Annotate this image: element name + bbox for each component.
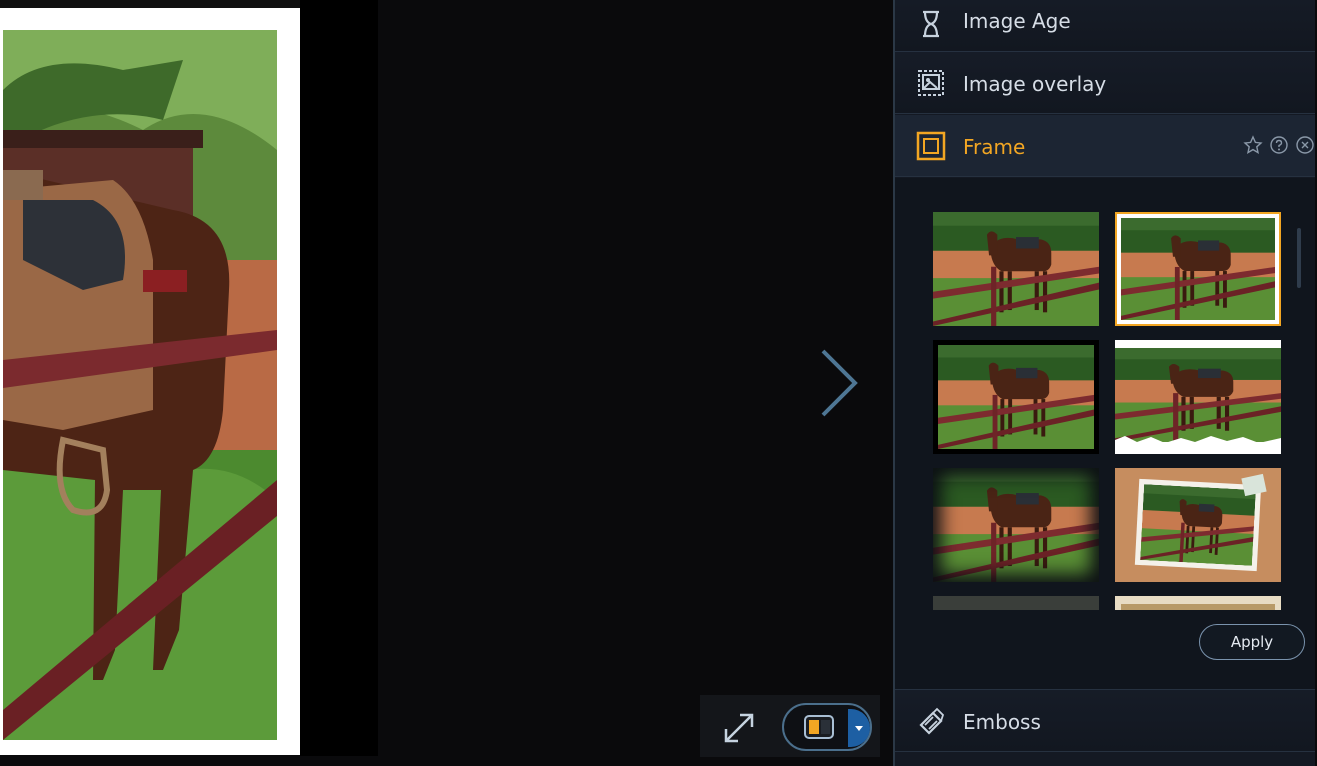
- next-image-button[interactable]: [815, 345, 863, 421]
- scrollbar-thumb[interactable]: [1297, 228, 1301, 288]
- compare-dropdown[interactable]: [848, 709, 870, 747]
- frame-thumbnail-cream-strip[interactable]: [1115, 596, 1281, 610]
- expand-icon: [724, 713, 754, 743]
- thumbnail-scrollbar[interactable]: [1295, 218, 1303, 604]
- effects-panel: Image Age Image overlay Frame Apply Embo…: [893, 0, 1315, 766]
- apply-button[interactable]: Apply: [1199, 624, 1305, 660]
- help-icon[interactable]: [1269, 135, 1289, 155]
- emboss-icon: [919, 707, 945, 735]
- panel-item-label: Image Age: [963, 9, 1071, 33]
- view-toolbar: [700, 695, 880, 757]
- frame-thumbnail-grid: [895, 178, 1295, 610]
- frame-thumbnail-vignette[interactable]: [933, 468, 1099, 582]
- caret-down-icon: [855, 726, 863, 731]
- image-viewer: [0, 0, 893, 766]
- panel-item-label: Emboss: [963, 710, 1041, 734]
- panel-item-image-age[interactable]: Image Age: [895, 0, 1315, 52]
- frame-thumbnail-postcard[interactable]: [1115, 468, 1281, 582]
- panel-item-image-overlay[interactable]: Image overlay: [895, 52, 1315, 114]
- frame-thumbnail-dark-strip[interactable]: [933, 596, 1099, 610]
- preview-photo: [3, 30, 277, 740]
- frame-thumbnail-white-border[interactable]: [1115, 212, 1281, 326]
- frame-icon: [916, 131, 946, 161]
- panel-item-frame[interactable]: Frame: [895, 115, 1315, 177]
- star-icon[interactable]: [1243, 135, 1263, 155]
- hourglass-icon: [923, 10, 939, 38]
- frame-thumbnail-plain[interactable]: [933, 212, 1099, 326]
- image-overlay-icon: [918, 70, 944, 96]
- frame-header-actions: [1243, 135, 1315, 157]
- frame-options: Apply: [895, 178, 1315, 690]
- viewer-top-strip: [0, 0, 300, 8]
- frame-thumbnail-black-border[interactable]: [933, 340, 1099, 454]
- chevron-right-icon: [821, 349, 858, 417]
- split-view-icon: [804, 715, 834, 739]
- framed-preview: [0, 8, 300, 755]
- panel-item-label: Image overlay: [963, 72, 1107, 96]
- compare-view-toggle[interactable]: [782, 703, 872, 751]
- fit-to-screen-button[interactable]: [720, 709, 760, 745]
- panel-item-emboss[interactable]: Emboss: [895, 690, 1315, 752]
- panel-item-label: Frame: [963, 135, 1026, 159]
- close-icon[interactable]: [1295, 135, 1315, 155]
- canvas-edge: [300, 0, 378, 756]
- frame-thumbnail-torn-edge[interactable]: [1115, 340, 1281, 454]
